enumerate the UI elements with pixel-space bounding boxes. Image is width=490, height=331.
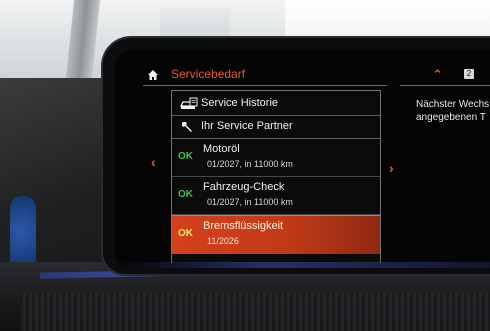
page-indicator[interactable]: 2 xyxy=(464,69,474,79)
service-item-name: Bremsflüssigkeit xyxy=(203,220,284,232)
detail-line-1: Nächster Wechs xyxy=(416,99,490,110)
menu-item-service-historie[interactable]: Service Historie xyxy=(172,93,380,116)
chevron-left-icon[interactable]: ‹ xyxy=(151,154,156,170)
service-item-due: 01/2027, in 11000 km xyxy=(207,197,293,207)
air-vent xyxy=(20,292,490,331)
header-divider-right xyxy=(400,85,490,86)
screen-reflection xyxy=(115,262,490,268)
detail-line-2: angegebenen T xyxy=(416,112,486,123)
service-item-fahrzeug-check[interactable]: OK Fahrzeug-Check 01/2027, in 11000 km xyxy=(172,177,380,215)
header-divider xyxy=(143,85,387,86)
infotainment-screen: Servicebedarf ⌃ 2 Nächster Wechs angegeb… xyxy=(115,50,490,268)
home-icon[interactable] xyxy=(147,69,159,81)
service-item-name: Motoröl xyxy=(203,143,240,155)
service-item-due: 01/2027, in 11000 km xyxy=(207,159,293,169)
status-badge: OK xyxy=(178,189,193,200)
chevron-right-icon[interactable]: › xyxy=(389,160,394,176)
wrench-icon xyxy=(182,122,192,132)
menu-item-label: Ihr Service Partner xyxy=(201,120,293,132)
status-badge: OK xyxy=(178,151,193,162)
menu-item-label: Service Historie xyxy=(201,97,279,109)
service-item-name: Fahrzeug-Check xyxy=(203,181,285,193)
service-menu: Service Historie Ihr Service Partner OK … xyxy=(171,90,381,263)
service-item-bremsfluessigkeit[interactable]: OK Bremsflüssigkeit 11/2026 xyxy=(172,215,380,254)
car-history-icon xyxy=(180,97,198,109)
detail-panel-text: Nächster Wechs angegebenen T xyxy=(416,98,489,124)
menu-item-service-partner[interactable]: Ihr Service Partner xyxy=(172,116,380,139)
service-item-motoroel[interactable]: OK Motoröl 01/2027, in 11000 km xyxy=(172,139,380,177)
status-badge: OK xyxy=(178,228,193,239)
page-title: Servicebedarf xyxy=(171,67,246,81)
service-item-due: 11/2026 xyxy=(207,236,239,246)
chevron-up-icon[interactable]: ⌃ xyxy=(432,67,443,83)
